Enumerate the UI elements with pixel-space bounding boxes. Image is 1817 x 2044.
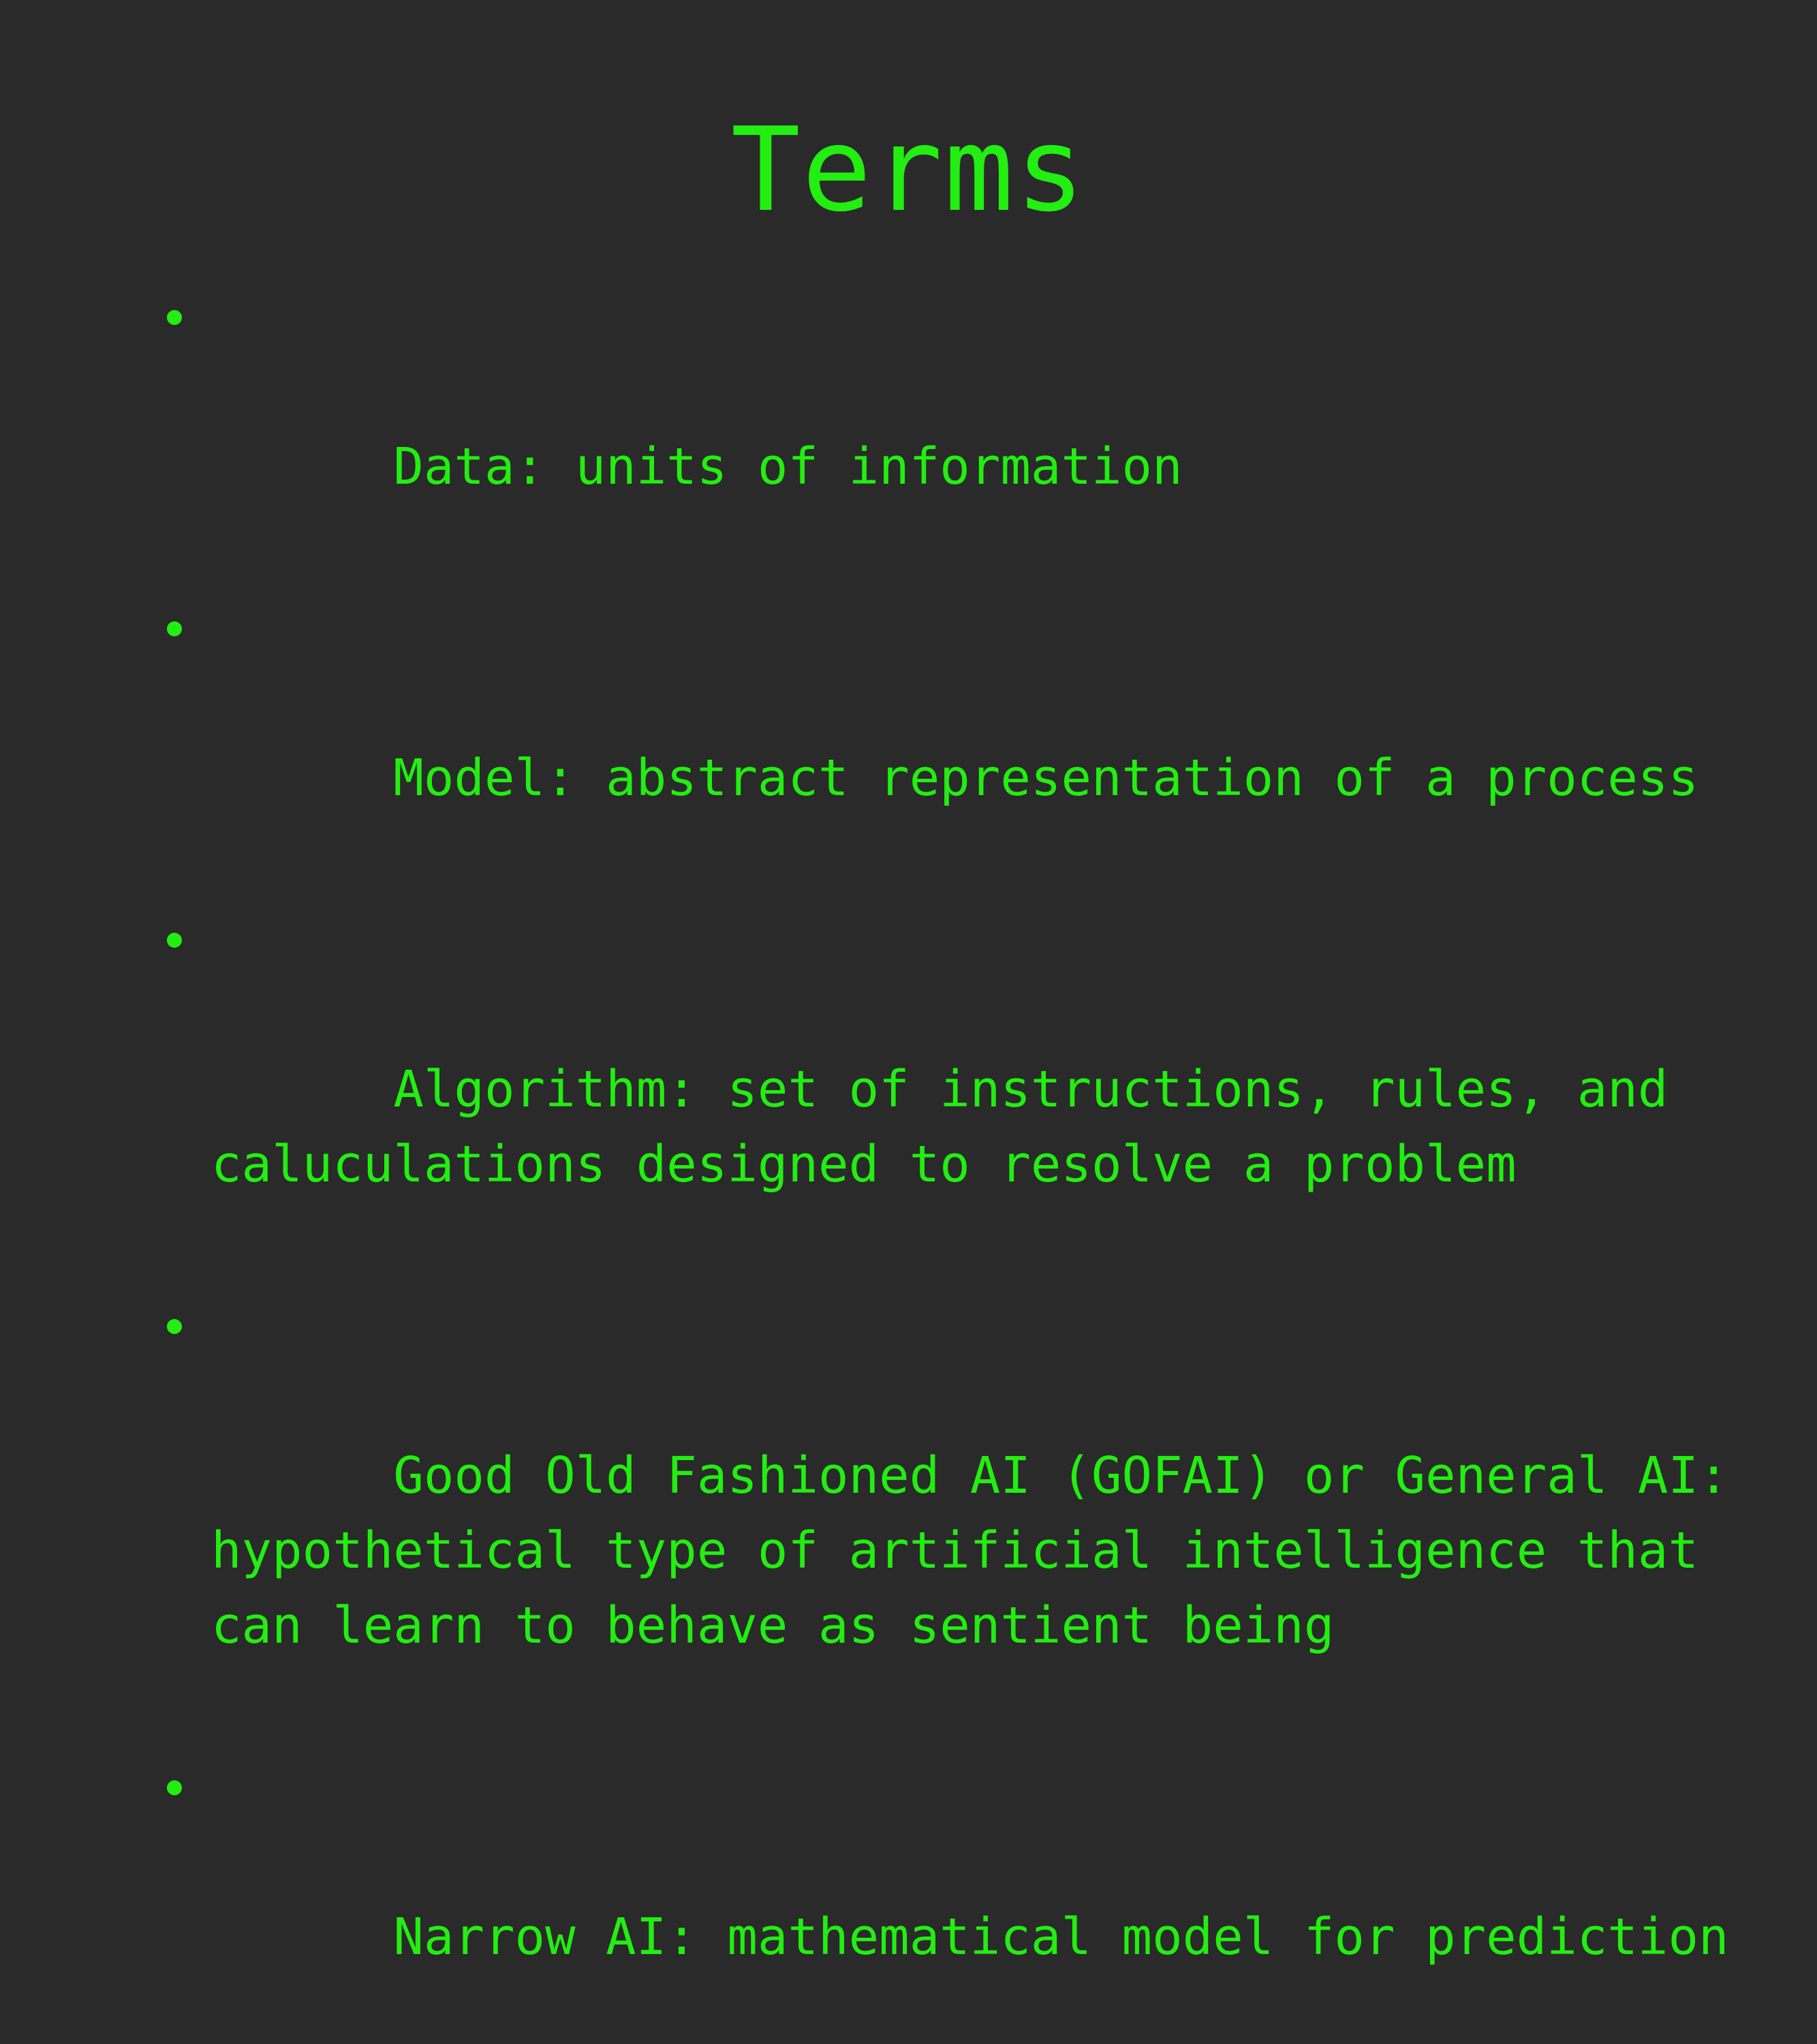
slide-title: Terms [730, 103, 1087, 238]
bullet-list: Data: units of information Model: abstra… [164, 279, 1744, 2044]
bullet-dot-icon [167, 1780, 182, 1795]
bullet-text: Algorithm: set of instructions, rules, a… [211, 1060, 1668, 1194]
bullet-item-algorithm: Algorithm: set of instructions, rules, a… [164, 902, 1744, 1277]
bullet-item-gofai: Good Old Fashioned AI (GOFAI) or General… [164, 1288, 1744, 1738]
bullet-text: Good Old Fashioned AI (GOFAI) or General… [211, 1446, 1729, 1655]
bullet-dot-icon [167, 933, 182, 948]
bullet-dot-icon [167, 310, 182, 325]
bullet-text: Data: units of information [393, 437, 1183, 496]
bullet-item-data: Data: units of information [164, 279, 1744, 579]
bullet-dot-icon [167, 1319, 182, 1334]
bullet-text: Model: abstract representation of a proc… [393, 749, 1699, 807]
bullet-item-narrow-ai: Narrow AI: mathematical model for predic… [164, 1750, 1744, 2044]
bullet-text: Narrow AI: mathematical model for predic… [393, 1908, 1729, 1966]
bullet-item-model: Model: abstract representation of a proc… [164, 591, 1744, 891]
slide: Terms Data: units of information Model: … [0, 0, 1817, 1966]
bullet-dot-icon [167, 621, 182, 636]
